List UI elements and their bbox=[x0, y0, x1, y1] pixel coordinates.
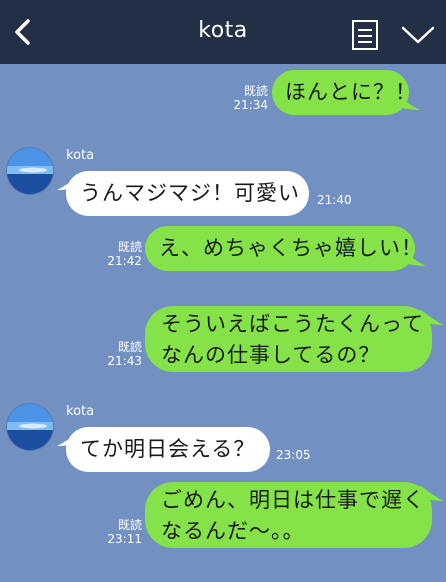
message-text: ほんとに？！ bbox=[285, 80, 417, 104]
bubble-tail bbox=[57, 430, 81, 446]
timestamp: 23:05 bbox=[276, 448, 311, 462]
received-message-bubble[interactable]: うんマジマジ！可愛い bbox=[66, 171, 309, 216]
avatar[interactable] bbox=[6, 147, 54, 195]
message-meta: 既読 21:42 bbox=[100, 240, 142, 268]
message-text: え、めちゃくちゃ嬉しい！ bbox=[159, 236, 423, 260]
chat-header: kota bbox=[0, 0, 446, 64]
sent-message-bubble[interactable]: え、めちゃくちゃ嬉しい！ bbox=[145, 226, 422, 271]
timestamp: 23:11 bbox=[107, 532, 142, 546]
avatar-image-icon bbox=[7, 148, 53, 194]
bubble-tail bbox=[57, 174, 81, 190]
received-message-bubble[interactable]: てか明日会える？ bbox=[66, 427, 270, 472]
timestamp: 21:40 bbox=[317, 193, 352, 207]
chevron-down-icon[interactable] bbox=[400, 24, 436, 46]
message-list[interactable]: ほんとに？！ 既読 21:34 kota うんマジマジ！可愛い 21:40 え、… bbox=[0, 64, 446, 582]
read-receipt: 既読 bbox=[117, 518, 142, 532]
message-text: てか明日会える？ bbox=[80, 437, 256, 461]
read-receipt: 既読 bbox=[243, 84, 268, 98]
message-text-line: なんの仕事してるの？ bbox=[161, 343, 381, 367]
timestamp: 21:43 bbox=[107, 354, 142, 368]
chat-title: kota bbox=[198, 18, 248, 43]
avatar-image-icon bbox=[7, 404, 53, 450]
sender-name: kota bbox=[66, 148, 95, 163]
read-receipt: 既読 bbox=[117, 340, 142, 354]
avatar[interactable] bbox=[6, 403, 54, 451]
message-meta: 既読 23:11 bbox=[100, 518, 142, 546]
timestamp: 21:42 bbox=[107, 254, 142, 268]
message-meta: 既読 21:43 bbox=[100, 340, 142, 368]
message-text-line: そういえばこうたくんって bbox=[161, 312, 424, 336]
note-icon[interactable] bbox=[351, 19, 379, 51]
sent-message-bubble[interactable]: ほんとに？！ bbox=[272, 70, 416, 115]
sent-message-bubble[interactable]: そういえばこうたくんって なんの仕事してるの？ bbox=[145, 306, 432, 372]
message-text-line: ごめん、明日は仕事で遅く bbox=[161, 488, 425, 512]
message-text: うんマジマジ！可愛い bbox=[80, 181, 300, 205]
timestamp: 21:34 bbox=[233, 98, 268, 112]
read-receipt: 既読 bbox=[117, 240, 142, 254]
sender-name: kota bbox=[66, 404, 95, 419]
message-text-line: なるんだ〜。。 bbox=[161, 519, 305, 543]
sent-message-bubble[interactable]: ごめん、明日は仕事で遅く なるんだ〜。。 bbox=[145, 482, 432, 548]
message-meta: 既読 21:34 bbox=[226, 84, 268, 112]
